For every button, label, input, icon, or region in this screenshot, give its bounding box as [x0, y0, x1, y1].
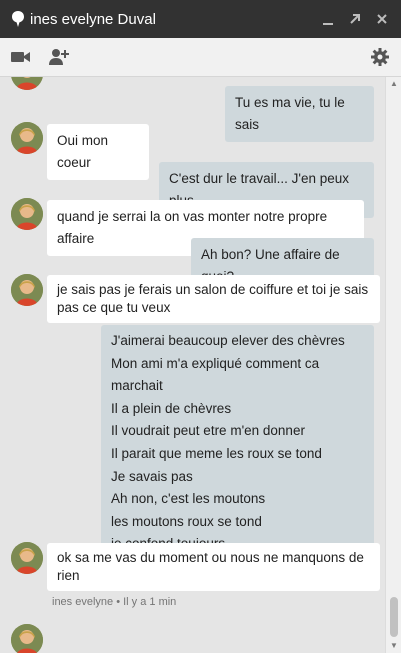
minimize-icon[interactable]	[317, 8, 339, 30]
message-text: Oui mon coeur	[57, 133, 109, 170]
close-icon[interactable]	[371, 8, 393, 30]
window-title: ines evelyne Duval	[30, 11, 156, 28]
scroll-up-icon[interactable]: ▲	[389, 80, 399, 88]
gear-icon[interactable]	[370, 47, 392, 67]
contact-avatar	[11, 198, 43, 230]
scrollbar[interactable]: ▲ ▼	[385, 77, 401, 653]
contact-avatar	[11, 274, 43, 306]
contact-avatar	[11, 542, 43, 574]
contact-avatar	[11, 122, 43, 154]
message-line: je sais pas je ferais un salon de coiffu…	[57, 282, 369, 297]
message-bubble-incoming: je sais pas je ferais un salon de coiffu…	[47, 275, 380, 323]
message-line: Il parait que meme les roux se tond	[111, 445, 322, 461]
message-line: Il a plein de chèvres	[111, 400, 232, 416]
add-person-icon[interactable]	[48, 47, 70, 67]
title-bar[interactable]: ines evelyne Duval	[0, 0, 401, 38]
chat-toolbar	[0, 38, 401, 77]
message-bubble-incoming: ok sa me vas du moment ou nous ne manquo…	[47, 543, 380, 591]
message-line: rien	[57, 568, 80, 583]
message-line: pas ce que tu veux	[57, 300, 171, 315]
message-meta: ines evelyne • Il y a 1 min	[52, 596, 177, 608]
message-line: les moutons roux se tond	[111, 513, 262, 529]
message-line: Ah non, c'est les moutons	[111, 491, 266, 507]
scroll-thumb[interactable]	[390, 597, 398, 637]
contact-avatar	[11, 624, 43, 653]
message-list[interactable]: Tu es ma vie, tu le sais Oui mon coeur C…	[0, 77, 385, 653]
message-bubble-outgoing: Tu es ma vie, tu le sais	[225, 86, 374, 142]
message-line: Mon ami m'a expliqué comment ca marchait	[111, 355, 320, 394]
message-line: J'aimerai beaucoup elever des chèvres	[111, 333, 345, 348]
message-bubble-incoming: Oui mon coeur	[47, 124, 149, 180]
message-line: Il voudrait peut etre m'en donner	[111, 423, 305, 439]
contact-avatar	[11, 77, 43, 90]
scroll-down-icon[interactable]: ▼	[389, 642, 399, 650]
message-text: Tu es ma vie, tu le sais	[235, 95, 345, 132]
message-line: Je savais pas	[111, 468, 193, 484]
chat-bubble-icon	[12, 11, 24, 27]
message-line: ok sa me vas du moment ou nous ne manquo…	[57, 550, 364, 565]
message-bubble-outgoing: J'aimerai beaucoup elever des chèvres Mo…	[101, 325, 374, 561]
chat-window: ines evelyne Duval Tu es ma vie, tu le s…	[0, 0, 401, 653]
video-camera-icon[interactable]	[10, 47, 32, 67]
popout-icon[interactable]	[344, 8, 366, 30]
